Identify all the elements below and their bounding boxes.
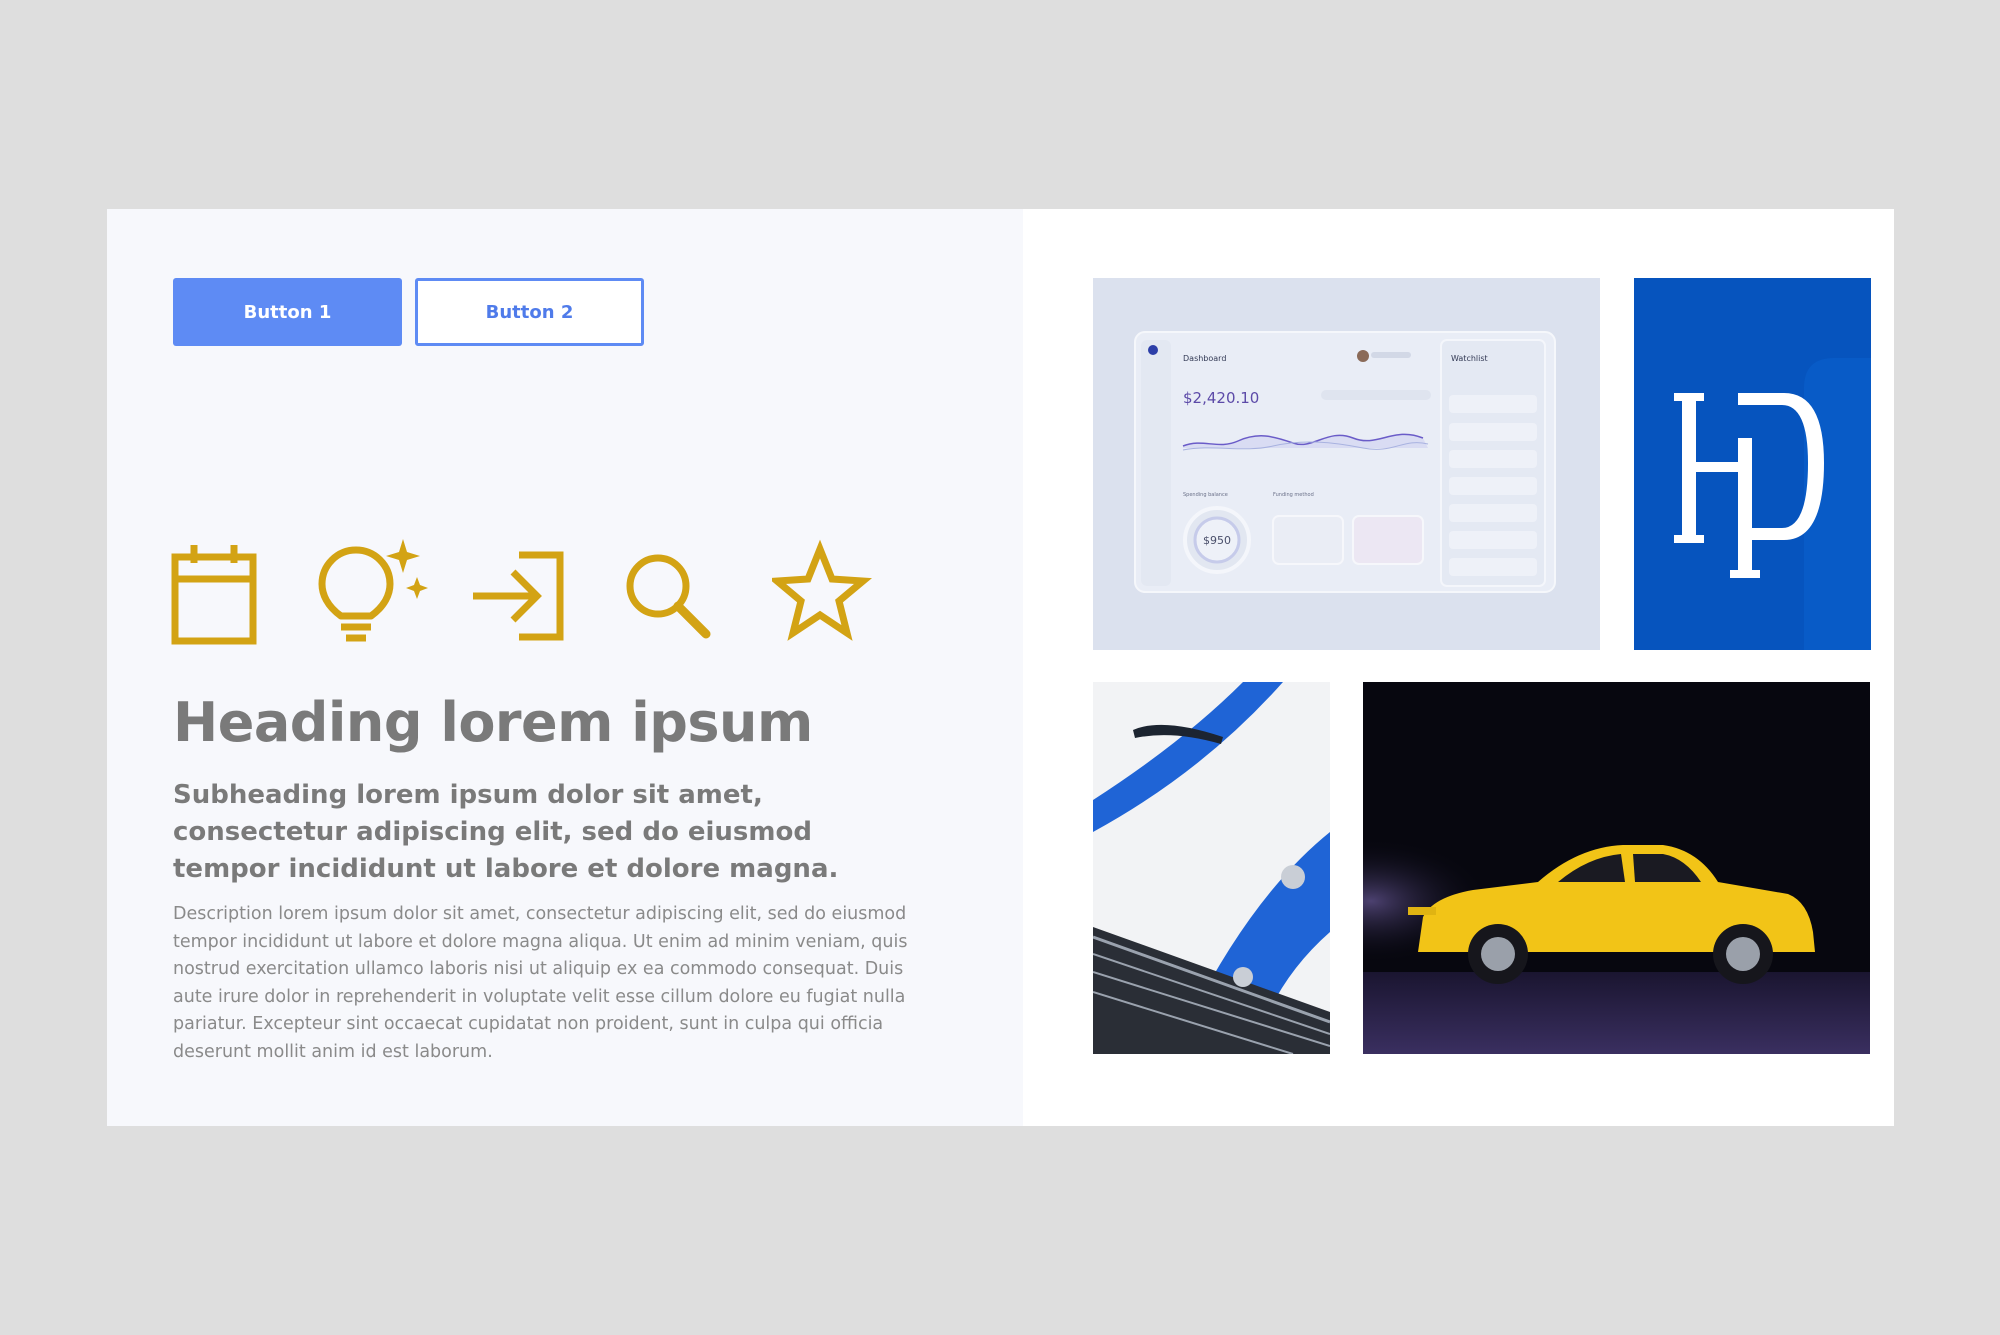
dashboard-title: Dashboard bbox=[1183, 354, 1226, 363]
hd-logo-image bbox=[1634, 278, 1871, 650]
content-card: Button 1 Button 2 Heading lorem ipsum Su… bbox=[107, 209, 1894, 1126]
calendar-icon bbox=[171, 545, 257, 645]
button-2[interactable]: Button 2 bbox=[415, 278, 644, 346]
icon-row bbox=[167, 539, 927, 649]
search-icon bbox=[626, 554, 711, 639]
yellow-car-image bbox=[1363, 682, 1870, 1054]
dashboard-watchlist-title: Watchlist bbox=[1451, 354, 1488, 363]
dashboard-balance: $2,420.10 bbox=[1183, 389, 1259, 407]
subheading: Subheading lorem ipsum dolor sit amet, c… bbox=[173, 780, 839, 884]
dashboard-spending-label: Spending balance bbox=[1183, 492, 1228, 498]
description: Description lorem ipsum dolor sit amet, … bbox=[173, 904, 908, 1062]
dashboard-payment-label: Funding method bbox=[1273, 492, 1314, 498]
car-hood-image bbox=[1093, 682, 1330, 1054]
star-icon bbox=[772, 539, 872, 641]
heading: Heading lorem ipsum bbox=[173, 691, 813, 754]
lightbulb-sparkle-icon bbox=[318, 539, 428, 642]
dashboard-spending-value: $950 bbox=[1203, 534, 1231, 547]
login-arrow-icon bbox=[473, 551, 564, 641]
dashboard-image: Dashboard $2,420.10 Spending balance Fun… bbox=[1093, 278, 1600, 650]
button-1[interactable]: Button 1 bbox=[173, 278, 402, 346]
left-panel: Button 1 Button 2 Heading lorem ipsum Su… bbox=[107, 209, 1023, 1126]
